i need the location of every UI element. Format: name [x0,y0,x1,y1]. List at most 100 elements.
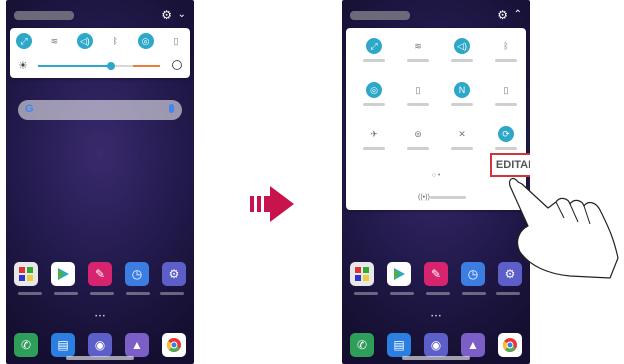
app-folder-icon[interactable] [14,262,38,286]
tile-label [407,147,429,150]
quick-settings-row: ⤢ ≋ ◁) ᛒ ◎ ▯ [16,33,184,49]
airplane-icon: ✈ [370,128,378,139]
screen-off-icon: ▯ [415,84,421,95]
gallery-app-icon[interactable]: ▲ [125,333,149,357]
quick-settings-tile[interactable]: ▯ [488,82,524,106]
navigation-handle[interactable] [402,356,470,360]
wifi-icon[interactable]: ≋ [46,33,62,49]
tile-label [363,147,385,150]
app-row: ✎ ◷ ⚙ [350,262,522,286]
brightness-slider[interactable] [38,62,160,70]
clock-app-icon[interactable]: ◷ [461,262,485,286]
chrome-app-icon[interactable] [162,333,186,357]
brightness-thumb[interactable] [107,62,116,70]
status-info [350,11,410,20]
settings-app-icon[interactable]: ⚙ [162,262,186,286]
pen-app-icon[interactable]: ✎ [424,262,448,286]
google-logo: G [25,103,34,115]
gear-icon[interactable]: ⚙ [497,9,508,21]
app-folder-icon[interactable] [350,262,374,286]
bluetooth-icon[interactable]: ᛒ [107,33,123,49]
brightness-row: ☀ [18,59,182,73]
quick-settings-tile[interactable]: ≋ [400,38,436,62]
chevron-up-icon[interactable]: ⌃ [514,9,522,21]
nfc-icon: N [454,82,470,98]
app-label [496,292,520,295]
chevron-down-icon[interactable]: ⌄ [178,9,186,21]
phone-screen-before: ⚙ ⌄ ⤢ ≋ ◁) ᛒ ◎ ▯ ☀ G ✎ ◷ ⚙ • • • ✆ ▤ ◉ ▲ [6,0,194,364]
silent-icon: ✕ [458,128,466,139]
screen-off-icon[interactable]: ▯ [168,33,184,49]
app-label [390,292,414,295]
tile-label [451,103,473,106]
quick-settings-tile[interactable]: ✈ [356,126,392,150]
tile-label [495,59,517,62]
play-store-icon[interactable] [51,262,75,286]
phone-app-icon[interactable]: ✆ [350,333,374,357]
flashlight-icon: ▯ [503,84,509,95]
hand-pointer-icon [509,177,619,279]
brightness-icon: ☀ [18,60,28,72]
sync-icon: ⟳ [498,126,514,142]
play-store-icon[interactable] [387,262,411,286]
quick-settings-tile[interactable]: ᛒ [488,38,524,62]
navigation-handle[interactable] [66,356,134,360]
home-page-indicator: • • • [95,314,105,320]
expanded-quick-settings-panel: ⤢≋◁)ᛒ◎▯N▯✈⊜✕⟳ ○ • ((•)) EDITAR [346,28,530,210]
tile-label [451,147,473,150]
messages-app-icon[interactable]: ▤ [51,333,75,357]
brightness-max-segment [133,65,160,67]
sound-icon[interactable]: ◁) [76,33,93,49]
tile-label [363,103,385,106]
app-label [90,292,114,295]
brightness-fill [38,65,112,67]
tile-label [451,59,473,62]
home-page-indicator: • • • [431,314,441,320]
tile-label [495,103,517,106]
tile-label [363,59,385,62]
quick-settings-tile[interactable]: N [444,82,480,106]
gear-icon[interactable]: ⚙ [161,9,172,21]
wifi-icon: ≋ [414,40,422,51]
app-label [18,292,42,295]
chrome-app-icon[interactable] [498,333,522,357]
quick-settings-tile[interactable]: ◎ [356,82,392,106]
rotate-icon: ⤢ [366,38,382,54]
auto-brightness-icon[interactable] [172,60,182,70]
app-label [54,292,78,295]
tile-label [495,147,517,150]
app-label [354,292,378,295]
app-label [126,292,150,295]
gallery-app-icon[interactable]: ▲ [461,333,485,357]
google-search-bar[interactable]: G [18,100,182,120]
quick-settings-tile[interactable]: ⟳ [488,126,524,150]
tile-label [407,59,429,62]
hotspot-icon: ⊜ [414,128,422,139]
clock-app-icon[interactable]: ◷ [125,262,149,286]
rotate-icon[interactable]: ⤢ [16,33,32,49]
app-label [160,292,184,295]
status-info [14,11,74,20]
quick-settings-panel: ⤢ ≋ ◁) ᛒ ◎ ▯ ☀ [10,28,190,78]
app-row: ✎ ◷ ⚙ [14,262,186,286]
app-label [462,292,486,295]
dock: ✆ ▤ ◉ ▲ [350,333,522,357]
quick-settings-tile[interactable]: ⊜ [400,126,436,150]
quick-settings-tile[interactable]: ◁) [444,38,480,62]
pen-app-icon[interactable]: ✎ [88,262,112,286]
transition-arrow [250,186,294,222]
sound-icon: ◁) [454,38,470,54]
quick-settings-tile[interactable]: ✕ [444,126,480,150]
camera-app-icon[interactable]: ◉ [424,333,448,357]
quick-settings-tile[interactable]: ▯ [400,82,436,106]
cast-icon[interactable]: ((•)) [418,194,430,201]
cast-label [430,196,466,199]
mic-icon[interactable] [169,104,174,113]
quick-settings-tile[interactable]: ⤢ [356,38,392,62]
camera-app-icon[interactable]: ◉ [88,333,112,357]
dock: ✆ ▤ ◉ ▲ [14,333,186,357]
location-icon[interactable]: ◎ [137,33,154,49]
bluetooth-icon: ᛒ [503,41,509,51]
messages-app-icon[interactable]: ▤ [387,333,411,357]
phone-app-icon[interactable]: ✆ [14,333,38,357]
